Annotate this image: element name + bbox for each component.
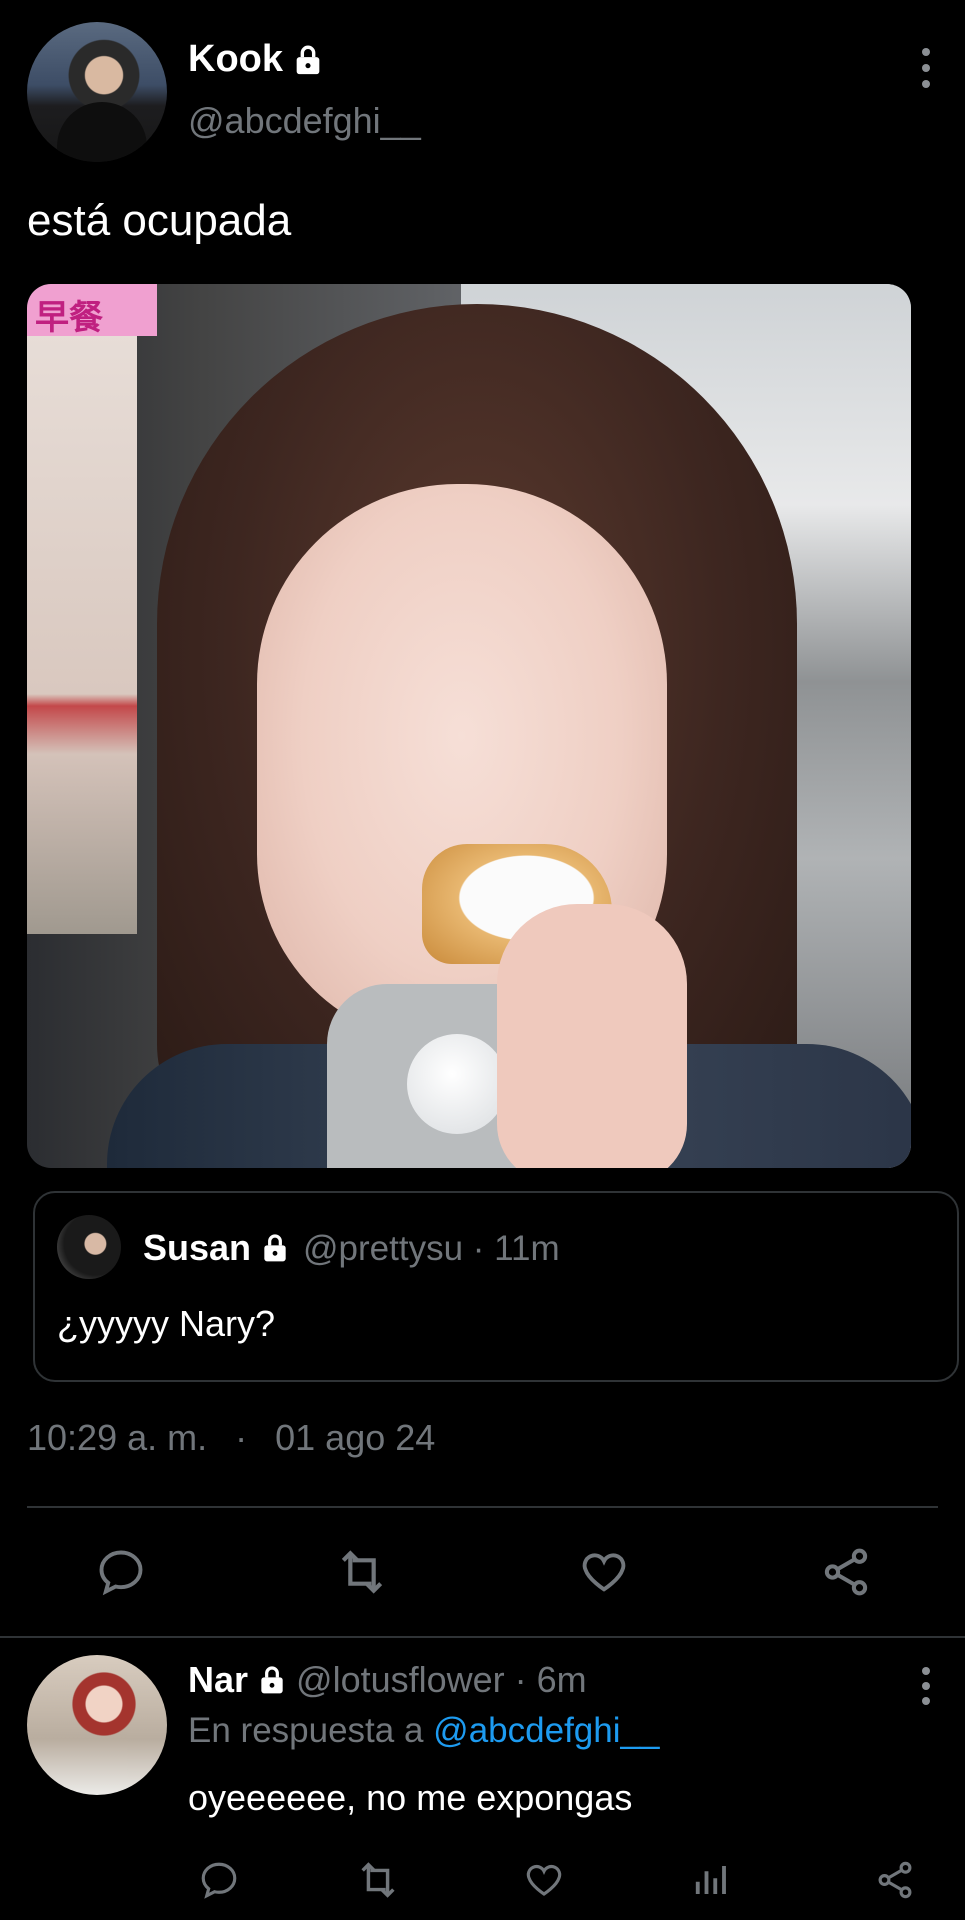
- author-name-row[interactable]: Kook: [188, 38, 325, 81]
- quote-author-name: Susan: [143, 1227, 252, 1268]
- share-icon[interactable]: [814, 1540, 878, 1604]
- reply-text: oyeeeeee, no me expongas: [188, 1777, 633, 1818]
- reply-action-bar: [188, 1855, 938, 1905]
- lock-icon: [296, 45, 320, 74]
- tweet-timestamp: 10:29 a. m. · 01 ago 24: [27, 1417, 435, 1459]
- media-tag: 早餐: [27, 284, 157, 338]
- more-options-icon[interactable]: [914, 48, 938, 88]
- reply-header: Nar @lotusflower · 6m: [188, 1659, 587, 1701]
- like-icon[interactable]: [572, 1540, 636, 1604]
- date-separator: ·: [235, 1417, 248, 1458]
- retweet-icon[interactable]: [330, 1540, 394, 1604]
- lock-icon: [264, 1234, 286, 1262]
- like-icon[interactable]: [519, 1855, 569, 1905]
- reply-author-name[interactable]: Nar: [188, 1659, 248, 1701]
- author-name[interactable]: Kook: [188, 38, 283, 81]
- lock-icon: [261, 1666, 283, 1694]
- quote-avatar: [57, 1215, 121, 1279]
- quote-text: ¿yyyyy Nary?: [57, 1303, 276, 1344]
- tweet-media-image[interactable]: 早餐: [27, 284, 911, 1168]
- share-icon[interactable]: [870, 1855, 920, 1905]
- reply-tweet[interactable]: Nar @lotusflower · 6m En respuesta a @ab…: [27, 1655, 938, 1920]
- more-options-icon[interactable]: [914, 1667, 938, 1705]
- divider: [27, 1506, 938, 1508]
- reply-prefix: En respuesta a: [188, 1711, 424, 1750]
- quote-meta: @prettysu · 11m: [303, 1229, 560, 1268]
- quoted-tweet[interactable]: Susan @prettysu · 11m ¿yyyyy Nary?: [33, 1191, 959, 1382]
- divider: [0, 1636, 965, 1638]
- reply-meta: @lotusflower · 6m: [296, 1659, 587, 1700]
- tweet-time: 10:29 a. m.: [27, 1417, 208, 1458]
- retweet-icon[interactable]: [353, 1855, 403, 1905]
- author-handle[interactable]: @abcdefghi__: [188, 100, 421, 142]
- author-avatar[interactable]: [27, 22, 167, 162]
- tweet-header: Kook @abcdefghi__: [27, 22, 938, 162]
- views-icon[interactable]: [685, 1855, 735, 1905]
- reply-context: En respuesta a @abcdefghi__: [188, 1711, 659, 1751]
- reply-to-handle-link[interactable]: @abcdefghi__: [433, 1711, 659, 1750]
- tweet-text: está ocupada: [27, 196, 292, 245]
- quote-name-row: Susan: [143, 1227, 291, 1269]
- tweet-action-bar: [27, 1540, 938, 1604]
- reply-icon[interactable]: [89, 1540, 153, 1604]
- reply-avatar[interactable]: [27, 1655, 167, 1795]
- tweet-date: 01 ago 24: [275, 1417, 436, 1458]
- reply-icon[interactable]: [194, 1855, 244, 1905]
